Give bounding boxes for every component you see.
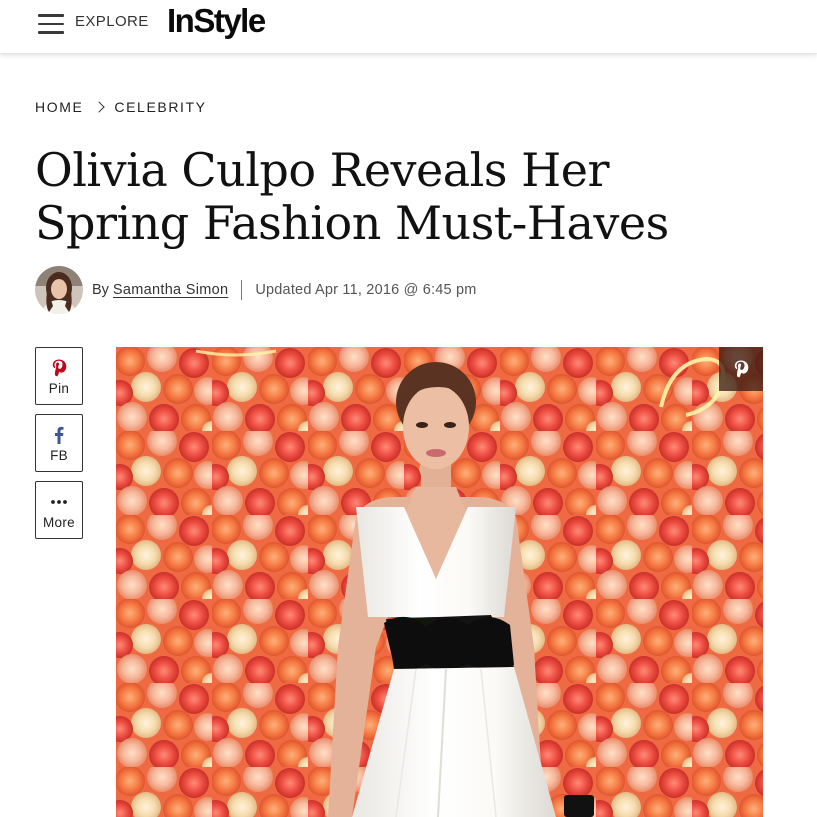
hamburger-menu-icon[interactable] xyxy=(38,14,64,34)
site-logo[interactable]: InStyle xyxy=(167,0,266,42)
byline-divider xyxy=(241,280,243,300)
explore-menu-label[interactable]: EXPLORE xyxy=(75,13,149,30)
site-header: EXPLORE InStyle xyxy=(0,0,817,54)
more-share-label: More xyxy=(43,514,75,530)
pinterest-icon xyxy=(733,359,749,379)
updated-timestamp: Updated Apr 11, 2016 @ 6:45 pm xyxy=(255,282,477,298)
pinterest-icon xyxy=(51,357,67,379)
headline-line-2: Spring Fashion Must-Haves xyxy=(35,196,669,250)
hero-image[interactable] xyxy=(116,347,763,817)
facebook-share-label: FB xyxy=(50,447,68,463)
more-share-button[interactable]: More xyxy=(35,481,83,539)
author-avatar[interactable] xyxy=(35,266,83,314)
author-link[interactable]: Samantha Simon xyxy=(113,282,228,298)
breadcrumb-home[interactable]: HOME xyxy=(35,99,83,115)
breadcrumb: HOME CELEBRITY xyxy=(35,99,207,115)
ellipsis-icon xyxy=(50,491,68,513)
byline: By Samantha Simon Updated Apr 11, 2016 @… xyxy=(35,265,477,315)
breadcrumb-celebrity[interactable]: CELEBRITY xyxy=(114,99,206,115)
hero-pin-button[interactable] xyxy=(719,347,763,391)
headline-line-1: Olivia Culpo Reveals Her xyxy=(35,143,609,197)
pin-share-button[interactable]: Pin xyxy=(35,347,83,405)
facebook-share-button[interactable]: FB xyxy=(35,414,83,472)
chevron-right-icon xyxy=(93,101,106,113)
facebook-icon xyxy=(54,424,64,446)
byline-by-label: By xyxy=(92,282,109,298)
pin-share-label: Pin xyxy=(48,380,70,396)
article-headline: Olivia Culpo Reveals Her Spring Fashion … xyxy=(35,144,735,250)
